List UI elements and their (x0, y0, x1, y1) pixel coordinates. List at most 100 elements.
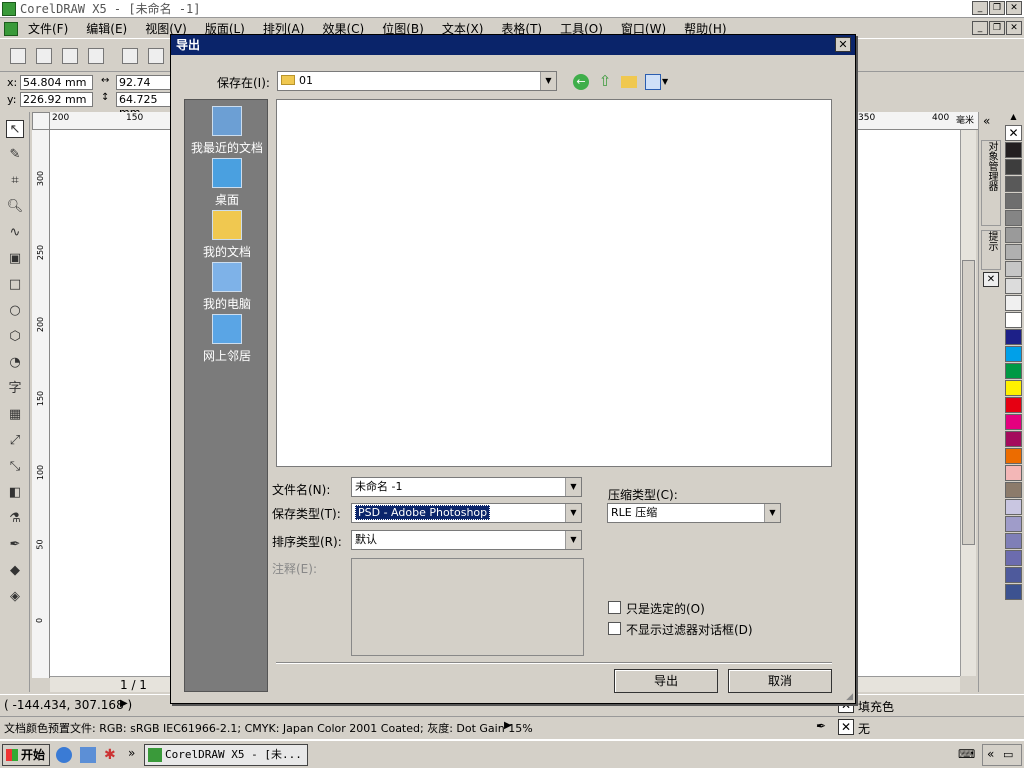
chevron-down-icon[interactable]: ▼ (565, 504, 581, 522)
dialog-close-button[interactable]: ✕ (835, 37, 851, 52)
ie-quicklaunch-icon[interactable] (80, 747, 96, 763)
chevron-down-icon[interactable]: ▼ (565, 478, 581, 496)
color-swatch[interactable] (1005, 244, 1022, 260)
color-swatch[interactable] (1005, 159, 1022, 175)
open-icon[interactable] (36, 48, 52, 64)
pick-tool-icon[interactable]: ↖ (6, 120, 24, 138)
docker-close-icon[interactable]: ✕ (983, 272, 999, 287)
file-list[interactable] (276, 99, 832, 467)
restore-button[interactable]: ❐ (989, 1, 1005, 15)
color-swatch[interactable] (1005, 295, 1022, 311)
keyboard-tray-icon[interactable]: ⌨ (958, 747, 975, 761)
no-filter-dialog-checkbox[interactable] (608, 622, 621, 635)
tray-expand-icon[interactable]: « (987, 747, 994, 761)
place-desktop[interactable]: 桌面 (185, 158, 269, 208)
color-swatch[interactable] (1005, 329, 1022, 345)
fill-tool-icon[interactable]: ◆ (6, 562, 24, 580)
blend-tool-icon[interactable]: ◧ (6, 484, 24, 502)
export-button[interactable]: 导出 (614, 669, 718, 693)
scroll-thumb[interactable] (962, 260, 975, 545)
compression-select[interactable]: RLE 压缩 ▼ (607, 503, 781, 523)
smart-fill-tool-icon[interactable]: ▣ (6, 250, 24, 268)
color-swatch[interactable] (1005, 465, 1022, 481)
color-swatch[interactable] (1005, 533, 1022, 549)
freehand-tool-icon[interactable]: ∿ (6, 224, 24, 242)
cancel-button[interactable]: 取消 (728, 669, 832, 693)
ellipse-tool-icon[interactable]: ○ (6, 302, 24, 320)
place-recent[interactable]: 我最近的文档 (185, 106, 269, 156)
color-swatch[interactable] (1005, 142, 1022, 158)
taskbar-coreldraw-button[interactable]: CorelDRAW X5 - [未... (144, 744, 308, 766)
quicklaunch-more-icon[interactable]: » (128, 746, 135, 760)
width-field[interactable]: 92.74 mm (116, 75, 172, 102)
color-swatch[interactable] (1005, 380, 1022, 396)
color-swatch[interactable] (1005, 448, 1022, 464)
new-folder-icon[interactable] (621, 76, 637, 88)
print-icon[interactable] (88, 48, 104, 64)
color-swatch[interactable] (1005, 210, 1022, 226)
rectangle-tool-icon[interactable]: □ (6, 276, 24, 294)
color-profile-text[interactable]: 文档颜色预置文件: RGB: sRGB IEC61966-2.1; CMYK: … (4, 720, 533, 736)
interactive-fill-tool-icon[interactable]: ◈ (6, 588, 24, 606)
basic-shapes-tool-icon[interactable]: ◔ (6, 354, 24, 372)
sort-select[interactable]: 默认 ▼ (351, 530, 582, 550)
color-swatch[interactable] (1005, 227, 1022, 243)
profile-menu-icon[interactable]: ▶ (504, 720, 512, 731)
no-color-swatch[interactable]: ✕ (1005, 125, 1022, 141)
outline-swatch[interactable]: ✕ (838, 719, 854, 735)
minimize-button[interactable]: _ (972, 1, 988, 15)
coords-menu-icon[interactable]: ▶ (120, 698, 128, 709)
cut-icon[interactable] (122, 48, 138, 64)
color-swatch[interactable] (1005, 193, 1022, 209)
color-swatch[interactable] (1005, 482, 1022, 498)
place-network[interactable]: 网上邻居 (185, 314, 269, 364)
color-swatch[interactable] (1005, 363, 1022, 379)
color-swatch[interactable] (1005, 312, 1022, 328)
doc-restore-button[interactable]: ❐ (989, 21, 1005, 35)
outline-tool-icon[interactable]: ✒ (6, 536, 24, 554)
doc-close-button[interactable]: ✕ (1006, 21, 1022, 35)
table-tool-icon[interactable]: ▦ (6, 406, 24, 424)
color-swatch[interactable] (1005, 176, 1022, 192)
color-swatch[interactable] (1005, 550, 1022, 566)
save-in-combo[interactable]: 01 ▼ (277, 71, 557, 91)
back-icon[interactable]: ← (573, 74, 589, 90)
ruler-origin[interactable] (32, 112, 50, 130)
selected-only-checkbox[interactable] (608, 601, 621, 614)
zoom-tool-icon[interactable]: 🔍︎ (6, 198, 24, 216)
new-document-icon[interactable] (10, 48, 26, 64)
color-swatch[interactable] (1005, 414, 1022, 430)
color-swatch[interactable] (1005, 567, 1022, 583)
start-button[interactable]: 开始 (2, 744, 50, 766)
polygon-tool-icon[interactable]: ⬡ (6, 328, 24, 346)
document-icon[interactable] (4, 21, 18, 36)
color-swatch[interactable] (1005, 261, 1022, 277)
color-swatch[interactable] (1005, 516, 1022, 532)
menu-item[interactable]: 编辑(E) (86, 20, 127, 37)
text-tool-icon[interactable]: 字 (6, 380, 24, 398)
color-swatch[interactable] (1005, 278, 1022, 294)
view-menu-icon[interactable] (645, 74, 661, 90)
up-folder-icon[interactable]: ⇧ (597, 73, 613, 89)
menu-item[interactable]: 文件(F) (28, 20, 68, 37)
chevron-down-icon[interactable]: ▼ (565, 531, 581, 549)
x-position-field[interactable]: 54.804 mm (20, 75, 93, 90)
color-swatch[interactable] (1005, 584, 1022, 600)
place-my-computer[interactable]: 我的电脑 (185, 262, 269, 312)
vertical-ruler[interactable]: 300 250 200 150 100 50 0 (32, 130, 50, 678)
chevron-down-icon[interactable]: ▼ (764, 504, 780, 522)
place-my-documents[interactable]: 我的文档 (185, 210, 269, 260)
y-position-field[interactable]: 226.92 mm (20, 92, 93, 107)
filename-input[interactable]: 未命名 -1 ▼ (351, 477, 582, 497)
color-swatch[interactable] (1005, 397, 1022, 413)
chevron-down-icon[interactable]: ▼ (540, 72, 556, 90)
connector-tool-icon[interactable]: ⤡ (6, 458, 24, 476)
color-swatch[interactable] (1005, 499, 1022, 515)
coreldraw-app-icon[interactable] (2, 1, 16, 16)
color-swatch[interactable] (1005, 346, 1022, 362)
eyedropper-tool-icon[interactable]: ⚗ (6, 510, 24, 528)
crop-tool-icon[interactable]: ⌗ (6, 172, 24, 190)
app-quicklaunch-icon[interactable]: ✱ (104, 747, 120, 763)
view-menu-arrow-icon[interactable]: ▼ (662, 77, 668, 86)
vertical-scrollbar[interactable] (960, 130, 976, 676)
